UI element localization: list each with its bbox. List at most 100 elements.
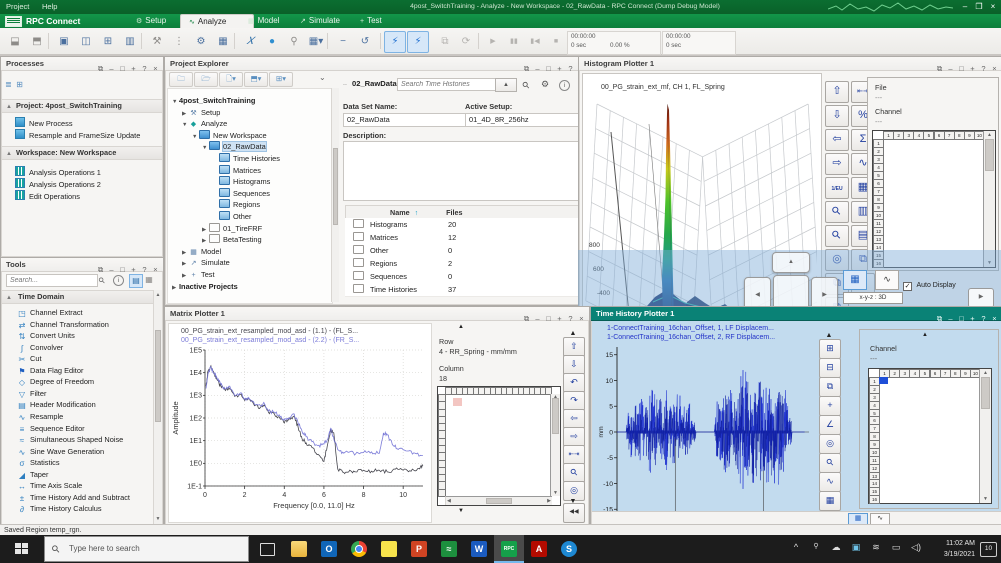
minimize-icon[interactable]: – [106, 264, 117, 275]
stop-icon[interactable]: ■ [545, 31, 567, 53]
undo-zoom-icon[interactable]: ↶ [563, 373, 585, 393]
matrix-plot-area[interactable]: 00_PG_strain_ext_resampled_mod_asd - (1.… [168, 323, 432, 523]
tool-item[interactable]: ∿Sine Wave Generation [17, 447, 104, 458]
breadcrumb[interactable]: 02_RawData [352, 79, 397, 88]
tool-item[interactable]: ✂Cut [17, 354, 42, 365]
notification-center[interactable]: 10 [980, 542, 997, 557]
tool-item[interactable]: ⇄Channel Transformation [17, 320, 109, 331]
minimize-icon[interactable]: – [945, 63, 956, 74]
package-dropdown-icon[interactable]: ⬒▾ [244, 72, 268, 87]
remove-icon[interactable]: − [332, 31, 354, 53]
restore-window-icon[interactable]: ❐ [973, 1, 985, 12]
project-tree-scrollbar[interactable] [331, 88, 339, 302]
dataset-search-input[interactable] [397, 78, 497, 91]
microphone-icon[interactable]: ⚲ [808, 542, 824, 550]
help-icon[interactable]: ? [565, 313, 576, 324]
tools-search-input[interactable] [6, 274, 98, 287]
maximize-icon[interactable]: □ [543, 313, 554, 324]
table-row[interactable]: Histograms20 [345, 218, 579, 232]
maximize-icon[interactable]: □ [117, 264, 128, 275]
grid-icon[interactable]: ▦ [819, 491, 841, 511]
taskbar-search[interactable]: ⚲ Type here to search [44, 536, 249, 562]
window-wide-icon[interactable]: ▥ [119, 31, 141, 53]
close-icon[interactable]: × [989, 313, 1000, 324]
section-workspace[interactable]: ▲Workspace: New Workspace [2, 146, 162, 160]
help-icon[interactable]: ? [139, 63, 150, 74]
chevron-down-icon[interactable]: ⌄ [319, 73, 326, 82]
minimize-icon[interactable]: – [106, 63, 117, 74]
plot-view-icon[interactable]: ∿ [875, 270, 899, 290]
float-icon[interactable]: ⧉ [95, 63, 106, 74]
pan-left-icon[interactable]: ⇦ [825, 129, 849, 151]
taskbar-app-sticky-notes[interactable] [374, 535, 404, 563]
processes-panel-header[interactable]: Processes ⧉–□+?× [1, 57, 163, 71]
help-icon[interactable]: ? [978, 63, 989, 74]
collapse-panel-icon[interactable]: ▲ [495, 78, 517, 92]
grid-scrollbar[interactable]: ▲▼ [983, 131, 995, 267]
float-icon[interactable]: ⧉ [521, 313, 532, 324]
taskbar-app-chrome[interactable] [344, 535, 374, 563]
float-icon[interactable]: ⧉ [521, 63, 532, 74]
tool-item[interactable]: σStatistics [17, 458, 60, 469]
refresh-icon[interactable]: ⟳ [455, 31, 477, 53]
pin-icon[interactable]: + [554, 313, 565, 324]
view-tree-icon[interactable]: ▦ [143, 274, 155, 286]
process-item[interactable]: New Process [15, 117, 73, 129]
pan-right-icon[interactable]: ⇨ [825, 153, 849, 175]
taskbar-app-outlook[interactable]: O [314, 535, 344, 563]
scroll-right-icon[interactable]: ▶ [547, 498, 551, 504]
float-icon[interactable]: ⧉ [934, 63, 945, 74]
tool-item[interactable]: ◳Channel Extract [17, 308, 83, 319]
open-folder-icon[interactable]: 🗁 [194, 72, 218, 87]
help-icon[interactable]: ? [978, 313, 989, 324]
close-window-icon[interactable]: × [987, 1, 999, 12]
process-list-icon[interactable]: ≣ [5, 80, 12, 89]
pan-up-icon[interactable]: ⇧ [825, 81, 849, 103]
pan-up-icon[interactable]: ⇧ [563, 337, 585, 357]
zoom-in-icon[interactable]: ⚲ [825, 225, 849, 247]
gear-icon[interactable]: ⚙ [190, 31, 212, 53]
table-icon[interactable]: ▦ [212, 31, 234, 53]
pin-icon[interactable]: + [967, 313, 978, 324]
slope-icon[interactable]: ∠ [819, 415, 841, 435]
copy-icon[interactable]: ⧉ [434, 31, 456, 53]
help-icon[interactable]: ? [565, 63, 576, 74]
table-row[interactable]: Sequences0 [345, 270, 579, 284]
one-over-eu-icon[interactable]: 1/EU [825, 177, 849, 199]
float-icon[interactable]: ⧉ [934, 313, 945, 324]
tool-item[interactable]: ◇Degree of Freedom [17, 377, 94, 388]
description-textarea[interactable] [343, 141, 585, 201]
minimize-icon[interactable]: – [532, 63, 543, 74]
time-history-chart[interactable]: 151050-5-10-15mm [597, 341, 811, 527]
tree-item-time-histories[interactable]: Time Histories [212, 153, 280, 164]
zoom-band-icon[interactable]: ⧉ [819, 377, 841, 397]
row-scroll-up-icon[interactable]: ▲ [453, 323, 469, 332]
redo-zoom-icon[interactable]: ↷ [563, 391, 585, 411]
close-icon[interactable]: × [989, 63, 1000, 74]
taskbar-app-skype[interactable]: S [554, 535, 584, 563]
row-scroll-down-icon[interactable]: ▼ [453, 507, 469, 516]
pan-left-icon[interactable]: ⇦ [563, 409, 585, 429]
process-item[interactable]: Analysis Operations 2 [15, 178, 101, 190]
auto-display-checkbox[interactable]: ✓ Auto Display [903, 274, 956, 292]
play-icon[interactable]: ▶ [482, 31, 504, 53]
table-row[interactable]: Regions2 [345, 257, 579, 271]
channel-scroll-up-icon[interactable]: ▲ [922, 332, 928, 338]
teams-icon[interactable]: ▣ [848, 542, 864, 553]
info-icon[interactable]: i [559, 80, 570, 91]
channel-grid[interactable]: 1234567891012345678910111213141516▲▼ [872, 130, 996, 268]
pan-icon[interactable]: + [819, 396, 841, 416]
matrix-asd-chart[interactable]: 1E51E41E31E21E11E01E-10246810Frequency [… [169, 344, 431, 520]
window-dropdown-icon[interactable]: ⊞▾ [269, 72, 293, 87]
process-item[interactable]: Analysis Operations 1 [15, 166, 101, 178]
minimize-icon[interactable]: – [532, 313, 543, 324]
new-folder-icon[interactable]: 🗀 [169, 72, 193, 87]
pin-icon[interactable]: + [967, 63, 978, 74]
minimize-window-icon[interactable]: – [959, 1, 971, 12]
taskbar-app-mts-app[interactable]: ≈ [434, 535, 464, 563]
project-explorer-header[interactable]: Project Explorer ⧉–□+?× [165, 57, 589, 71]
pin-icon[interactable]: + [128, 63, 139, 74]
tool-item[interactable]: ▽Filter [17, 389, 46, 400]
tool-item[interactable]: ±Time History Add and Subtract [17, 493, 130, 504]
tools-scrollbar[interactable]: ▲ ▼ [153, 290, 162, 524]
